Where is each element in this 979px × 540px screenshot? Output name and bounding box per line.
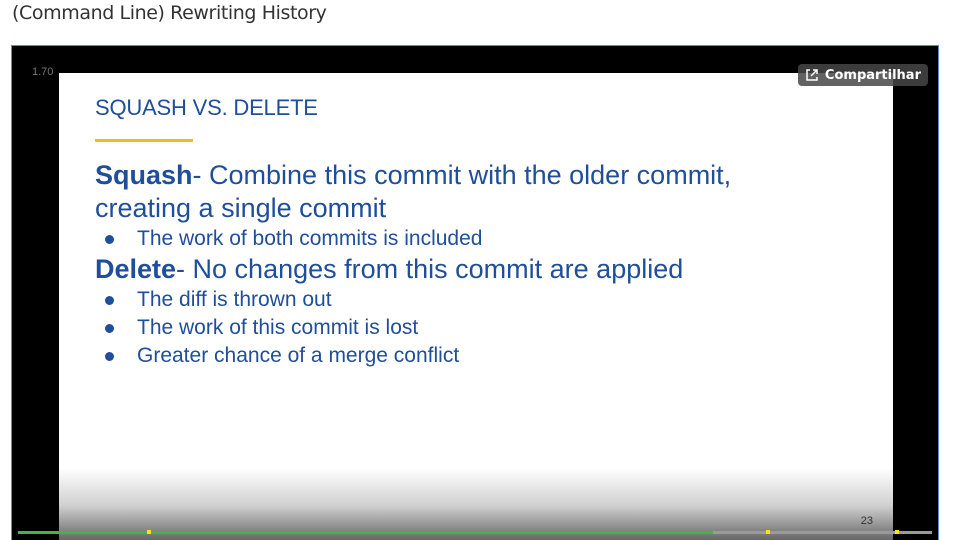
bullet-dot <box>105 324 114 333</box>
share-icon <box>806 69 818 81</box>
progress-played <box>18 531 713 534</box>
progress-chapter-marker[interactable] <box>765 530 770 534</box>
delete-bullet-text: Greater chance of a merge conflict <box>137 344 460 367</box>
video-player[interactable]: 1.70 SQUASH VS. DELETE Squash- Combine t… <box>11 45 939 540</box>
playback-speed: 1.70 <box>32 66 54 78</box>
progress-chapter-marker[interactable] <box>894 530 899 534</box>
page-title: (Command Line) Rewriting History <box>12 2 327 24</box>
bullet-dot <box>105 352 114 361</box>
slide-content: Squash- Combine this commit with the old… <box>95 159 731 370</box>
delete-bullet: Greater chance of a merge conflict <box>95 342 731 370</box>
squash-bullet: The work of both commits is included <box>95 225 731 253</box>
squash-definition-text: - Combine this commit with the older com… <box>192 160 732 190</box>
progress-bar[interactable] <box>18 530 932 534</box>
delete-term: Delete <box>95 254 177 284</box>
delete-bullet: The diff is thrown out <box>95 286 731 314</box>
delete-bullet: The work of this commit is lost <box>95 314 731 342</box>
share-button[interactable]: Compartilhar <box>797 64 928 86</box>
share-button-label: Compartilhar <box>824 67 921 83</box>
heading-accent-line <box>95 139 193 142</box>
squash-definition: Squash- Combine this commit with the old… <box>95 159 731 192</box>
delete-bullet-text: The work of this commit is lost <box>137 316 419 339</box>
slide-heading: SQUASH VS. DELETE <box>95 95 318 120</box>
squash-term: Squash <box>95 160 193 190</box>
squash-definition-continued: creating a single commit <box>95 193 387 223</box>
delete-definition: Delete- No changes from this commit are … <box>95 253 731 286</box>
slide-number: 23 <box>860 515 873 527</box>
slide: SQUASH VS. DELETE Squash- Combine this c… <box>59 73 893 540</box>
bullet-dot <box>105 235 114 244</box>
bullet-dot <box>105 296 114 305</box>
delete-definition-text: - No changes from this commit are applie… <box>176 254 684 284</box>
squash-bullet-text: The work of both commits is included <box>137 227 483 250</box>
progress-chapter-marker[interactable] <box>146 530 151 534</box>
delete-bullet-text: The diff is thrown out <box>137 288 332 311</box>
